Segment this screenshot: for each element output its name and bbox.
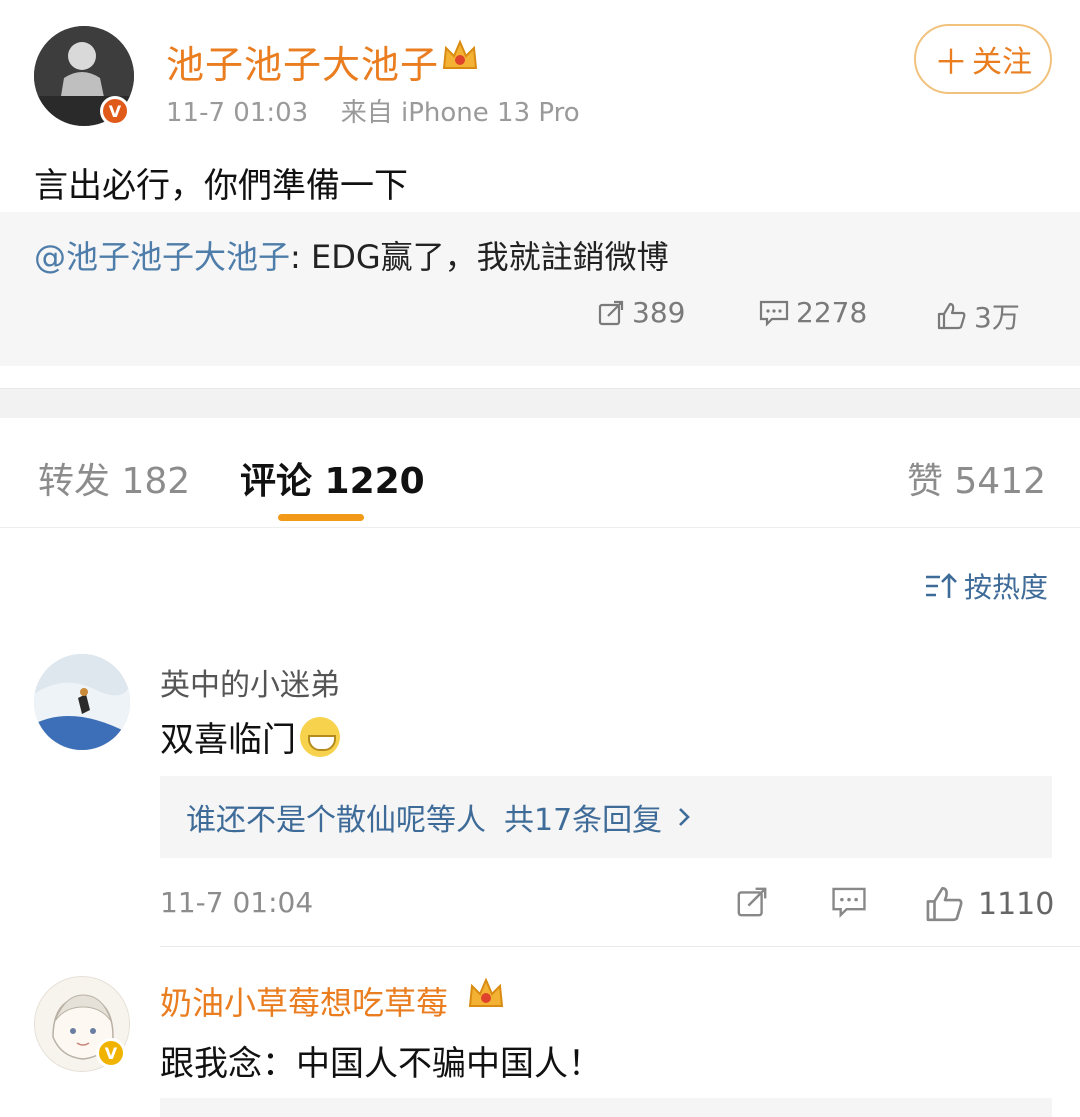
comment-text: 双喜临门 [160,712,340,761]
like-icon [937,302,966,330]
tab-bar: 转发 182 评论 1220 赞 5412 [0,418,1080,528]
post-text: 言出必行，你們準備一下 [34,166,408,206]
comment-time: 11-7 01:04 [160,886,314,919]
repost-icon [598,300,624,325]
quoted-repost-stat[interactable]: 389 [596,296,685,329]
replies-summary: 谁还不是个散仙呢等人 [186,803,486,838]
quoted-post[interactable]: @池子池子大池子: EDG赢了，我就註銷微博 389 2278 3万 [0,212,1080,366]
quoted-text-line: @池子池子大池子: EDG赢了，我就註銷微博 [34,232,669,278]
tab-comments[interactable]: 评论 1220 [240,452,425,504]
comment-like-button[interactable]: 1110 [924,884,1054,924]
comment-repost-button[interactable] [734,884,770,920]
replies-count: 共17条回复 [504,803,663,838]
quoted-like-stat[interactable]: 3万 [936,296,1020,336]
quoted-text: : EDG赢了，我就註銷微博 [290,238,669,276]
chevron-right-icon [679,808,691,826]
sort-by-hot-button[interactable]: 按热度 [924,566,1048,606]
active-tab-indicator [278,514,364,521]
comment-divider [160,946,1080,947]
like-icon [926,886,963,922]
comment-icon [832,887,866,918]
section-divider [0,388,1080,418]
sort-icon [925,573,957,598]
tab-reposts[interactable]: 转发 182 [38,452,190,504]
verified-badge-icon: V [96,1038,126,1068]
tab-likes[interactable]: 赞 5412 [907,452,1046,504]
plus-icon: ＋ [934,42,968,83]
repost-icon [737,887,767,917]
comment-replies-link[interactable]: 谁还不是个散仙呢等人 共17条回复 [160,776,1052,858]
crown-icon [442,39,478,69]
comment-replies-link[interactable] [160,1098,1052,1117]
author-name[interactable]: 池子池子大池子 [166,34,439,89]
quoted-mention-link[interactable]: @池子池子大池子 [34,238,290,276]
post-time: 11-7 01:03 [166,98,309,128]
follow-button[interactable]: ＋ 关注 [914,24,1052,94]
follow-label: 关注 [972,45,1032,80]
commenter-avatar[interactable] [34,654,130,750]
quoted-comment-stat[interactable]: 2278 [758,296,867,329]
crown-icon [468,977,504,1007]
post-meta: 11-7 01:03 来自 iPhone 13 Pro [166,92,580,129]
comment-text: 跟我念：中国人不骗中国人！ [160,1044,602,1084]
post-source: 来自 iPhone 13 Pro [340,98,580,128]
like-count: 1110 [978,886,1055,922]
verified-badge-icon: V [100,96,130,126]
commenter-name[interactable]: 奶油小草莓想吃草莓 [160,978,448,1024]
comment-reply-button[interactable] [830,884,868,920]
grin-emoji-icon [300,716,340,757]
comment-icon [759,300,789,327]
commenter-name[interactable]: 英中的小迷弟 [160,660,340,704]
